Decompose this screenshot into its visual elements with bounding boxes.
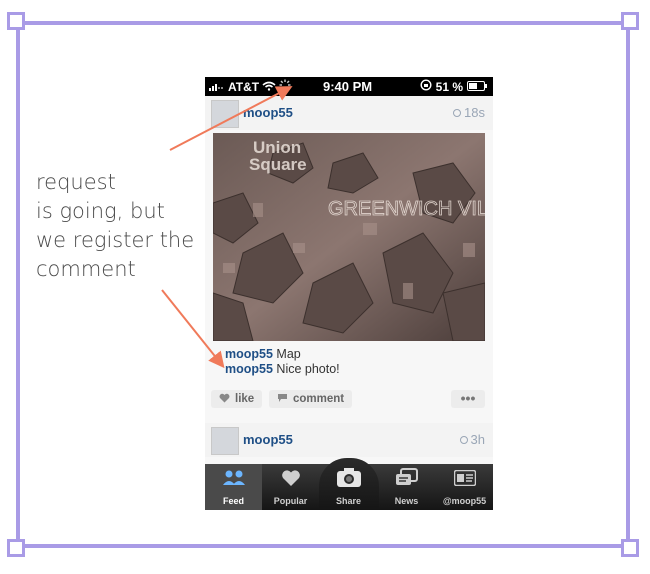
post-time: 3h [470,432,485,447]
annotation-text: request is going, but we register the co… [36,168,194,284]
comment-user[interactable]: moop55 [225,362,273,376]
frame-handle-bottom-right[interactable] [621,539,639,557]
battery-icon [467,80,487,94]
post-photo[interactable]: Union Square GREENWICH VILLAGE [213,133,485,341]
frame-handle-top-right[interactable] [621,12,639,30]
profile-card-icon [436,464,493,492]
tab-label: News [394,496,419,506]
post-header: moop55 3h [205,423,493,457]
annotation-line: is going, but [36,199,165,223]
tab-label: @moop55 [442,496,487,506]
phone-screen: AT&T 9:40 PM 51 % moop55 18s Union Squar… [205,77,493,510]
carrier-label: AT&T [228,79,260,94]
frame-handle-top-left[interactable] [7,12,25,30]
map-photo-image: Union Square GREENWICH VILLAGE [213,133,485,341]
status-bar: AT&T 9:40 PM 51 % [205,77,493,96]
comment-row: moop55 Map [225,347,301,361]
comment-button[interactable]: comment [269,390,353,408]
news-icon [378,464,435,492]
more-options-button[interactable]: ••• [451,390,485,408]
heart-icon [219,393,230,406]
heart-icon [262,464,319,492]
speech-bubble-icon [277,393,288,406]
tab-feed[interactable]: Feed [205,464,262,510]
post-username[interactable]: moop55 [243,432,293,447]
avatar[interactable] [211,100,239,128]
status-time: 9:40 PM [323,79,373,94]
signal-icon [209,80,225,94]
comment-label: comment [293,393,345,405]
rotation-lock-icon [420,79,432,94]
post-timestamp: 18s [453,105,485,120]
like-button[interactable]: like [211,390,263,408]
clock-icon [453,108,462,117]
battery-percent: 51 % [435,79,463,94]
activity-spinner-icon [279,79,291,94]
annotation-line: comment [36,257,136,281]
comment-row: moop55 Nice photo! [225,362,340,376]
post-username[interactable]: moop55 [243,105,293,120]
like-label: like [235,393,255,405]
comment-text: Nice photo! [276,362,340,376]
avatar[interactable] [211,427,239,455]
wifi-icon [262,80,276,94]
comment-text: Map [276,347,301,361]
tab-profile[interactable]: @moop55 [436,464,493,510]
tab-label: Share [335,496,361,506]
tab-popular[interactable]: Popular [262,464,319,510]
post-header: moop55 18s [205,96,493,130]
feed-icon [205,464,262,492]
post-timestamp: 3h [459,432,485,447]
photo-text-greenwich: GREENWICH VILLAGE [328,198,485,220]
annotation-line: we register the [36,228,195,252]
frame-handle-bottom-left[interactable] [7,539,25,557]
post-time: 18s [464,105,485,120]
tab-news[interactable]: News [378,464,435,510]
tab-share[interactable]: Share [320,464,377,510]
photo-text-square: Square [249,155,307,174]
camera-icon [320,464,377,492]
clock-icon [459,435,468,444]
tab-label: Feed [222,496,244,506]
tab-label: Popular [273,496,308,506]
tab-bar: Feed Popular Share News @moop55 [205,458,493,510]
comment-user[interactable]: moop55 [225,347,273,361]
annotation-line: request [36,170,116,194]
